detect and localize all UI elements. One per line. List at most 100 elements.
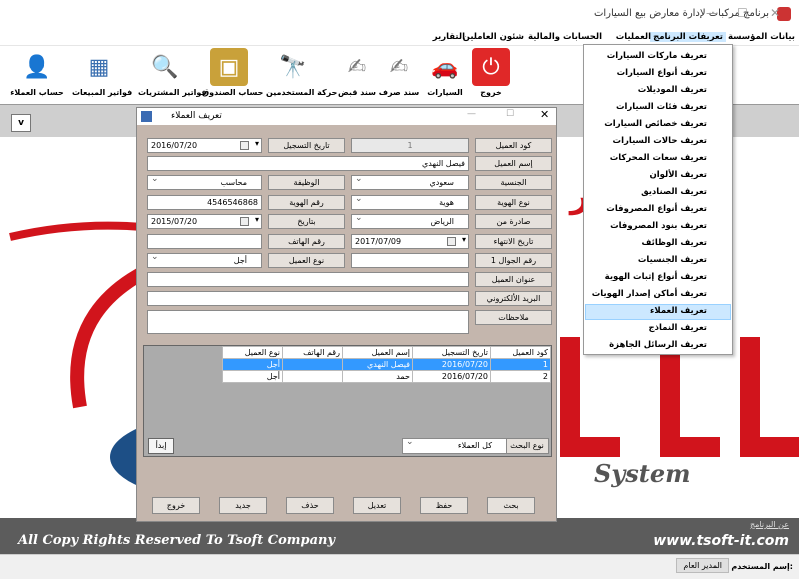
code-field[interactable]: 1 — [351, 138, 469, 153]
maximize-icon[interactable]: ☐ — [737, 6, 748, 20]
power-icon: ⏻ — [472, 48, 510, 86]
exit-button[interactable]: ⏻ خروج — [464, 48, 518, 102]
menu-item-customers[interactable]: تعريف العملاء — [650, 306, 707, 316]
menu-item-ready-messages[interactable]: تعريف الرسائل الجاهزة — [609, 340, 707, 350]
menu-item-car-conditions[interactable]: تعريف حالات السيارات — [613, 136, 707, 146]
client-type-select[interactable]: أجل — [147, 251, 262, 268]
search-button[interactable]: بحث — [487, 497, 535, 514]
menu-item-car-brands[interactable]: تعريف ماركات السيارات — [607, 51, 707, 61]
save-button[interactable]: حفظ — [420, 497, 468, 514]
about-link[interactable]: عن البرنامج — [750, 520, 789, 529]
sales-invoices-button[interactable]: ▦ فواتير المبيعات — [72, 48, 132, 102]
strip-dropdown[interactable]: v — [11, 114, 31, 132]
menu-item-cash-boxes[interactable]: تعريف الصناديق — [641, 187, 707, 197]
user-activity-button[interactable]: 🔭 حركة المستخدمين — [266, 48, 337, 102]
dialog-icon — [141, 111, 152, 122]
cash-box-button[interactable]: ▣ حساب الصندوق — [202, 48, 263, 102]
issue-date-field[interactable]: 2015/07/20 ▾ — [147, 214, 262, 229]
website-text: www.tsoft-it.com — [653, 533, 789, 549]
menu-item-car-features[interactable]: تعريف خصائص السيارات — [604, 119, 707, 129]
col-code[interactable]: كود العميل — [490, 346, 551, 359]
dialog-title: تعريف العملاء — [171, 111, 222, 121]
reg-date-field[interactable]: 2016/07/20 ▾ — [147, 138, 262, 153]
mobile-label: رقم الجوال 1 — [475, 253, 552, 268]
issued-from-label: صادرة من — [475, 214, 552, 229]
cars-button[interactable]: 🚗 السيارات — [418, 48, 472, 102]
purchase-invoices-button[interactable]: 🔍 فواتير المشتريات — [138, 48, 207, 102]
phone-field[interactable] — [147, 234, 262, 249]
issued-from-select[interactable]: الرياض — [351, 212, 469, 229]
start-button[interactable]: إبدأ — [148, 438, 174, 454]
id-type-select[interactable]: هوية — [351, 193, 469, 210]
menu-operations[interactable]: العمليات — [616, 32, 651, 42]
chevron-down-icon: ▾ — [254, 215, 259, 224]
receipt-voucher-icon: ✍ — [347, 54, 367, 80]
menu-item-jobs[interactable]: تعريف الوظائف — [642, 238, 708, 248]
nationality-select[interactable]: سعودي — [351, 173, 469, 190]
chevron-down-icon: ▾ — [461, 235, 466, 244]
id-number-field[interactable]: 4546546868 — [147, 195, 262, 210]
col-name[interactable]: إسم العميل — [342, 346, 413, 359]
definitions-dropdown-menu: تعريف ماركات السيارات تعريف أنواع السيار… — [583, 44, 733, 355]
job-select[interactable]: محاسب — [147, 173, 262, 190]
dialog-close-icon[interactable]: ✕ — [540, 108, 549, 121]
col-client-type[interactable]: نوع العميل — [222, 346, 283, 359]
menu-employees[interactable]: شئون العاملين — [463, 32, 524, 42]
user-icon: 👤 — [23, 54, 51, 80]
copyright-text: All Copy Rights Reserved To Tsoft Compan… — [18, 533, 336, 548]
menu-item-id-types[interactable]: تعريف أنواع إثبات الهوية — [605, 272, 707, 282]
search-type-select[interactable]: كل العملاء — [402, 436, 507, 454]
receipt-voucher-button[interactable]: ✍ سند قبض — [330, 48, 384, 102]
menu-item-colors[interactable]: تعريف الألوان — [650, 170, 707, 180]
customers-account-button[interactable]: 👤 حساب العملاء — [10, 48, 64, 102]
col-phone[interactable]: رقم الهاتف — [282, 346, 343, 359]
nationality-label: الجنسية — [475, 175, 552, 190]
menu-accounts[interactable]: الحسابات والمالية — [528, 32, 602, 42]
menu-item-car-categories[interactable]: تعريف فئات السيارات — [616, 102, 707, 112]
table-row[interactable]: 2 2016/07/20 حمد أجل — [222, 370, 551, 383]
window-titlebar: برنامج مركبات لإدارة معارض بيع السيارات … — [0, 0, 799, 30]
expiry-label: تاريخ الانتهاء — [475, 234, 552, 249]
close-icon[interactable]: ✕ — [770, 6, 780, 20]
dialog-minimize-icon[interactable]: — — [467, 109, 476, 119]
menu-item-models[interactable]: تعريف الموديلات — [638, 85, 707, 95]
dialog-maximize-icon[interactable]: ☐ — [506, 109, 514, 119]
menu-item-forms[interactable]: تعريف النماذج — [648, 323, 707, 333]
dialog-titlebar: تعريف العملاء — ☐ ✕ — [137, 108, 556, 125]
delete-button[interactable]: حذف — [286, 497, 334, 514]
menu-institution[interactable]: بيانات المؤسسة — [728, 32, 795, 42]
menu-item-expense-items[interactable]: تعريف بنود المصروفات — [610, 221, 707, 231]
menu-item-engine-capacity[interactable]: تعريف سعات المحركات — [610, 153, 707, 163]
customers-table: كود العميل تاريخ التسجيل إسم العميل رقم … — [222, 346, 551, 383]
user-value: المدير العام — [676, 558, 729, 573]
email-label: البريد الألكتروني — [475, 291, 552, 306]
name-field[interactable]: فيصل النهدي — [147, 156, 469, 171]
notes-field[interactable] — [147, 310, 469, 334]
menu-reports[interactable]: التقارير — [433, 32, 465, 42]
menu-item-id-places[interactable]: تعريف أماكن إصدار الهويات — [592, 289, 707, 299]
address-label: عنوان العميل — [475, 272, 552, 287]
address-field[interactable] — [147, 272, 469, 287]
col-reg-date[interactable]: تاريخ التسجيل — [412, 346, 491, 359]
calendar-icon — [447, 237, 456, 246]
reg-date-label: تاريخ التسجيل — [268, 138, 345, 153]
status-bar: إسم المستخدم: المدير العام — [0, 554, 799, 579]
id-number-label: رقم الهوية — [268, 195, 345, 210]
mobile-field[interactable] — [351, 253, 469, 268]
menu-item-expense-types[interactable]: تعريف أنواع المصروفات — [606, 204, 707, 214]
new-button[interactable]: جديد — [219, 497, 267, 514]
invoice-icon: ▦ — [88, 54, 110, 80]
edit-button[interactable]: تعديل — [353, 497, 401, 514]
magnifier-icon: 🔍 — [151, 54, 179, 80]
minimize-icon[interactable]: — — [706, 6, 718, 20]
expiry-date-field[interactable]: 2017/07/09 ▾ — [351, 234, 469, 249]
menu-program-definitions[interactable]: تعريفات البرنامج — [650, 32, 726, 42]
job-label: الوظيفة — [268, 175, 345, 190]
menu-item-nationalities[interactable]: تعريف الجنسيات — [638, 255, 707, 265]
table-row[interactable]: 1 2016/07/20 فيصل النهدي أجل — [222, 358, 551, 371]
search-type-label: نوع البحث — [505, 438, 549, 454]
email-field[interactable] — [147, 291, 469, 306]
menu-item-car-types[interactable]: تعريف أنواع السيارات — [617, 68, 707, 78]
calendar-icon — [240, 217, 249, 226]
exit-dialog-button[interactable]: خروج — [152, 497, 200, 514]
